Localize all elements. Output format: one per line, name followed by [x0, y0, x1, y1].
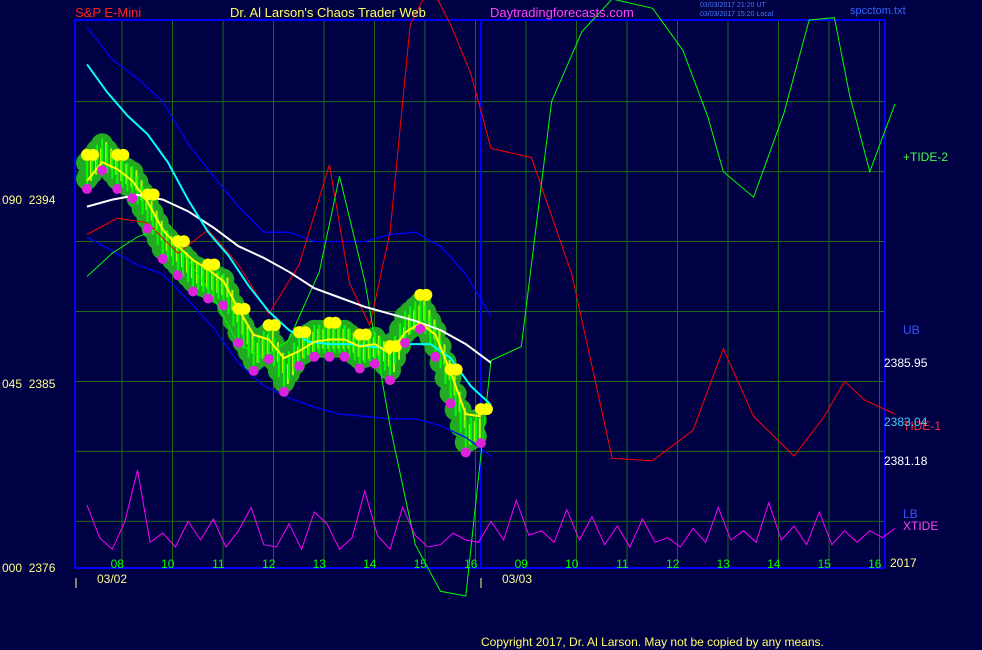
swing-low-dot [369, 358, 380, 369]
x-tick-label: 14 [767, 557, 781, 571]
swing-high-dot [480, 403, 493, 416]
swing-high-dot [390, 340, 402, 353]
swing-low-dot [157, 253, 168, 264]
price-value-low: 2381.18 [884, 454, 928, 468]
swing-low-dot [278, 386, 289, 397]
symbol-title: S&P E-Mini [75, 5, 141, 20]
swing-low-dot [475, 438, 486, 449]
swing-low-dot [324, 351, 335, 362]
swing-low-dot [309, 351, 320, 362]
x-tick-label: 14 [363, 557, 377, 571]
swing-high-dot [117, 148, 130, 161]
x-tick-label: 12 [666, 557, 680, 571]
timestamp-ut: 03/03/2017 21:20 UT [700, 2, 766, 9]
x-tick-label: 10 [565, 557, 579, 571]
x-tick-label: 08 [111, 557, 125, 571]
swing-high-dot [329, 316, 342, 329]
swing-low-dot [248, 365, 259, 376]
chart-background [0, 0, 982, 650]
x-tick-label: 12 [262, 557, 276, 571]
swing-low-dot [415, 323, 426, 334]
swing-high-dot [177, 235, 190, 248]
upper-band-label: UB [903, 323, 920, 337]
swing-low-dot [172, 270, 183, 281]
date-label: 03/02 [97, 572, 127, 586]
x-tick-label: 15 [818, 557, 832, 571]
swing-high-dot [268, 319, 281, 332]
swing-high-dot [208, 258, 221, 271]
x-tick-label: 09 [515, 557, 529, 571]
swing-high-dot [299, 326, 312, 339]
price-value-high: 2385.95 [884, 356, 928, 370]
swing-high-dot [238, 302, 251, 315]
y-tick-label: 000 2376 [2, 561, 56, 575]
swing-low-dot [112, 183, 123, 194]
swing-high-dot [147, 188, 160, 201]
swing-low-dot [445, 398, 456, 409]
copyright-notice: Copyright 2017, Dr. Al Larson. May not b… [481, 635, 824, 649]
x-tick-label: 16 [868, 557, 882, 571]
swing-low-dot [400, 337, 411, 348]
xtide-label: XTIDE [903, 519, 938, 533]
x-tick-label: 11 [212, 557, 225, 571]
swing-low-dot [203, 293, 214, 304]
swing-low-dot [82, 183, 92, 194]
swing-low-dot [263, 354, 274, 365]
x-tick-label: 11 [616, 557, 629, 571]
chart-canvas: S&P E-Mini Dr. Al Larson's Chaos Trader … [0, 0, 982, 650]
x-tick-label: 13 [717, 557, 731, 571]
tide2-label: +TIDE-2 [903, 150, 948, 164]
swing-low-dot [233, 337, 244, 348]
swing-low-dot [127, 193, 138, 204]
x-tick-label: 16 [464, 557, 478, 571]
swing-low-dot [339, 351, 350, 362]
date-label: 03/03 [502, 572, 532, 586]
swing-high-dot [87, 148, 99, 161]
x-tick-label: 15 [414, 557, 428, 571]
y-tick-label: 090 2394 [2, 193, 56, 207]
swing-low-dot [294, 361, 305, 372]
swing-low-dot [142, 223, 153, 234]
y-tick-label: 045 2385 [2, 377, 56, 391]
swing-high-dot [359, 328, 372, 341]
swing-low-dot [97, 165, 108, 176]
website-link[interactable]: Daytradingforecasts.com [490, 5, 634, 20]
price-value-mid: 2383.04 [884, 415, 928, 429]
x-tick-label: 13 [313, 557, 327, 571]
swing-low-dot [188, 286, 199, 297]
chart-title: Dr. Al Larson's Chaos Trader Web [230, 5, 426, 20]
x-tick-label: 10 [161, 557, 175, 571]
timestamp-local: 03/03/2017 15:20 Local [700, 11, 774, 18]
file-name: spcctom.txt [850, 5, 906, 17]
swing-low-dot [218, 300, 229, 311]
swing-low-dot [460, 447, 471, 458]
swing-high-dot [420, 288, 433, 301]
swing-low-dot [430, 351, 441, 362]
year-label: 2017 [890, 556, 917, 570]
swing-high-dot [450, 363, 463, 376]
swing-low-dot [354, 363, 365, 374]
swing-low-dot [385, 375, 395, 386]
